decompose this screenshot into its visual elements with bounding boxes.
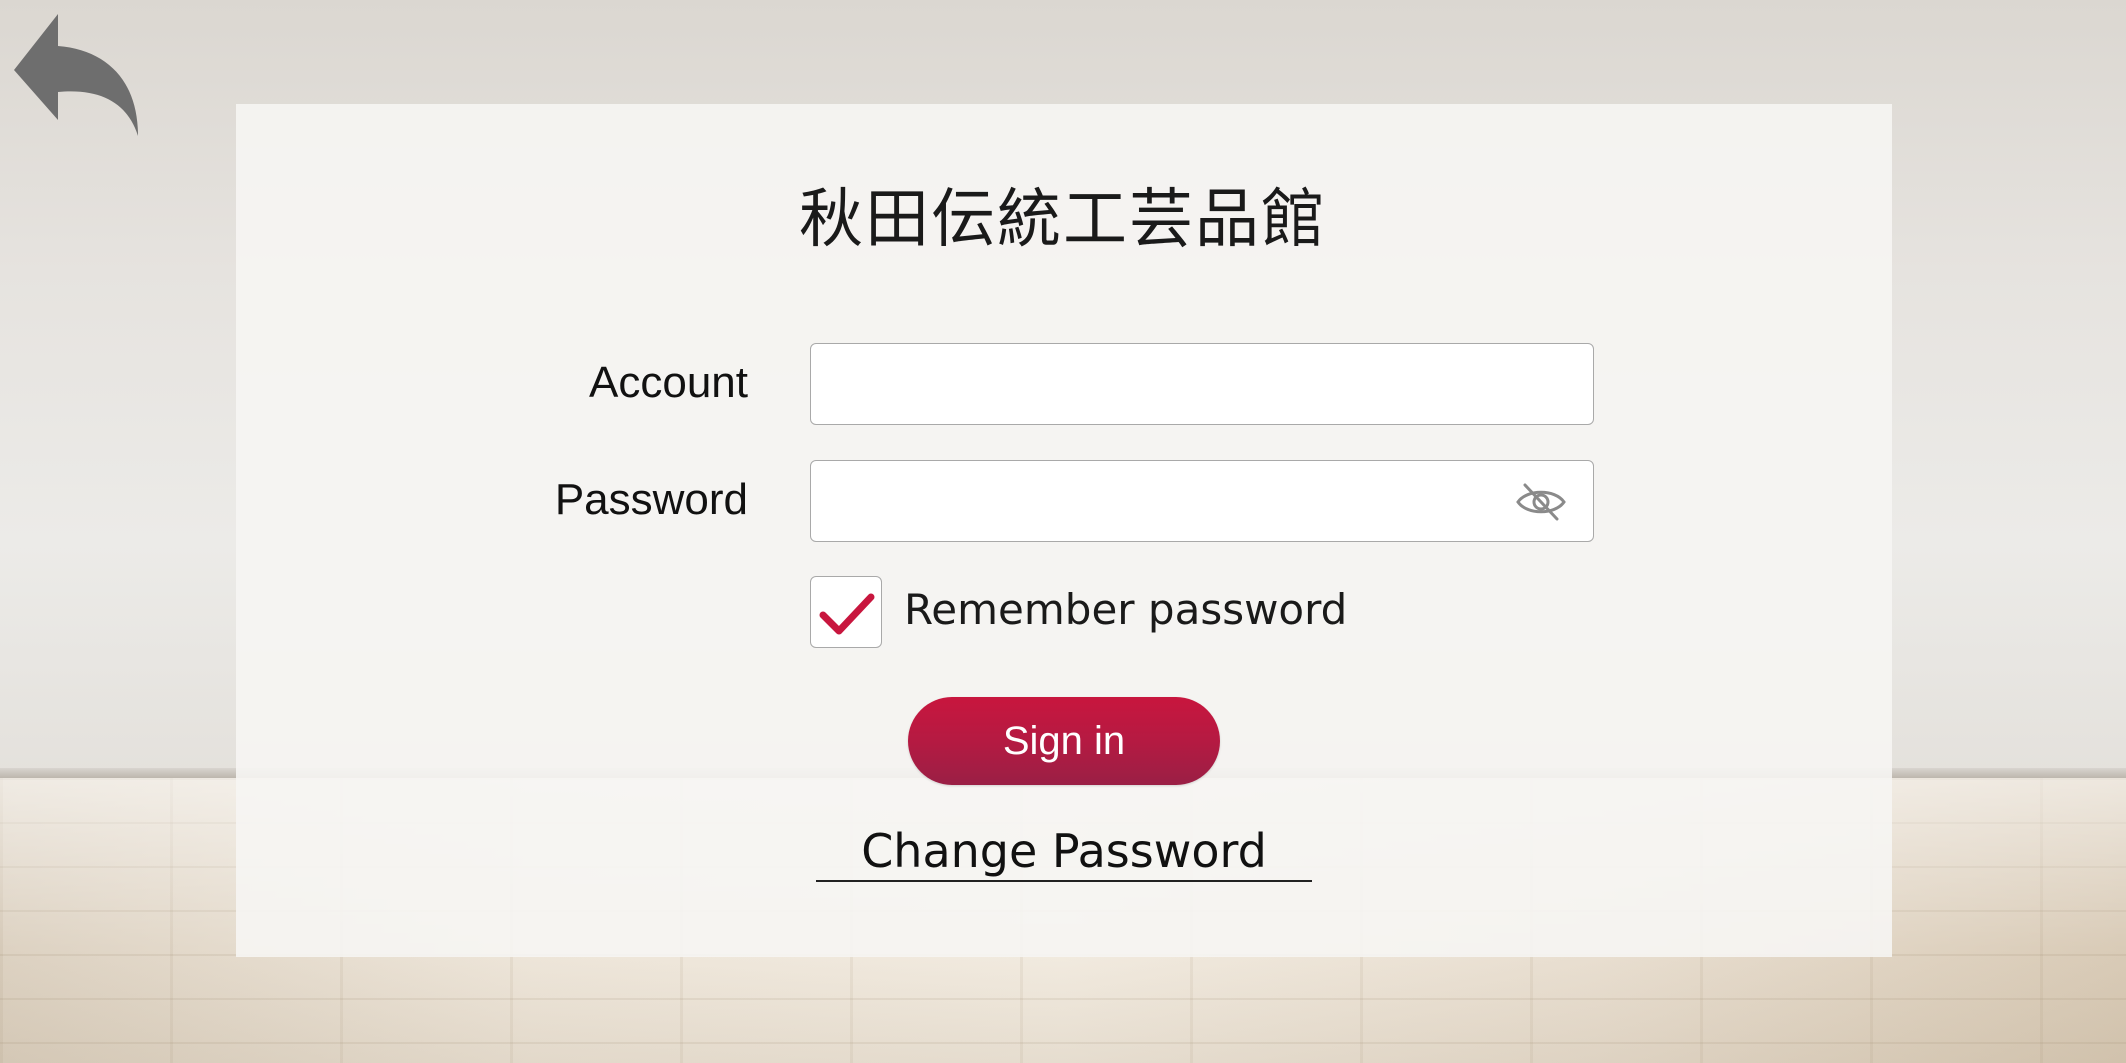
back-button[interactable]	[10, 12, 140, 142]
back-arrow-icon	[14, 14, 138, 136]
login-screen: 秋田伝統工芸品館 Account Password Remember passw…	[0, 0, 2126, 1063]
account-label: Account	[589, 358, 748, 407]
password-visibility-toggle[interactable]	[1515, 481, 1567, 523]
change-password-link[interactable]: Change Password	[816, 822, 1312, 882]
remember-password-checkbox[interactable]	[810, 576, 882, 648]
password-field-container	[810, 460, 1594, 542]
eye-slash-icon	[1516, 483, 1566, 521]
sign-in-button[interactable]: Sign in	[908, 697, 1220, 785]
password-label: Password	[554, 475, 748, 524]
page-title: 秋田伝統工芸品館	[799, 183, 1327, 257]
account-field-container	[810, 343, 1594, 425]
checkmark-icon	[819, 593, 875, 635]
account-input[interactable]	[811, 344, 1593, 424]
remember-password-label[interactable]: Remember password	[904, 585, 1347, 634]
password-input[interactable]	[811, 461, 1593, 541]
